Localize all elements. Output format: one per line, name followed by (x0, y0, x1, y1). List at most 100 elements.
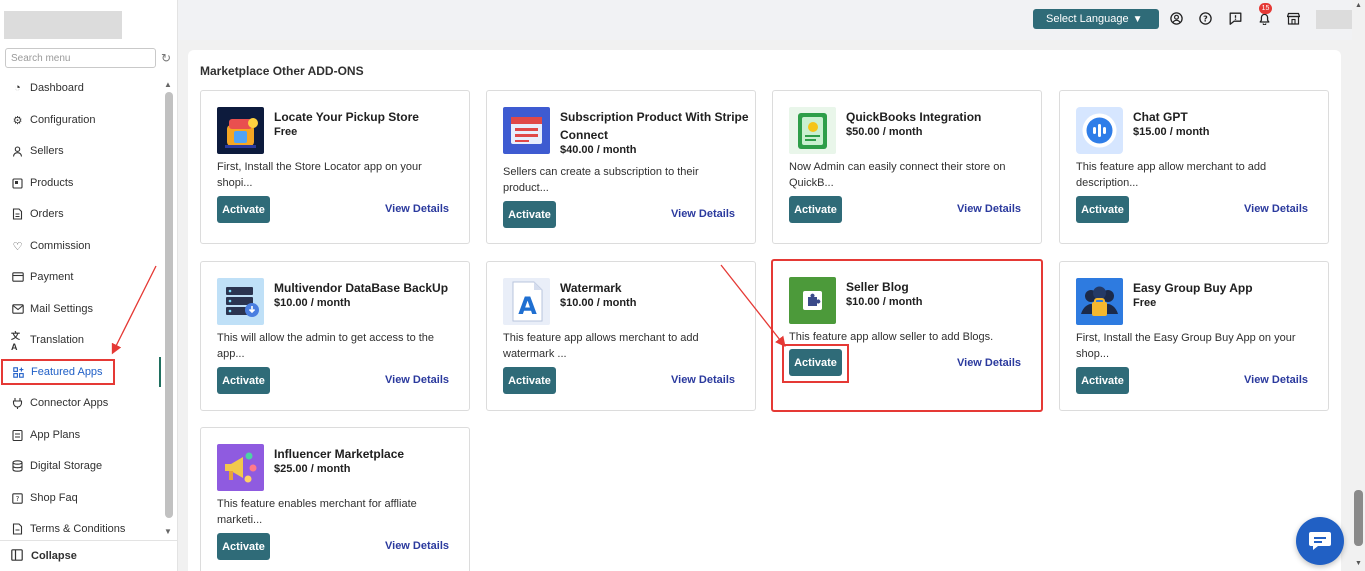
collapse-button[interactable]: Collapse (0, 540, 178, 571)
addon-card-watermark: A Watermark $10.00 / month This feature … (486, 261, 756, 411)
commission-icon: ♡ (12, 240, 23, 253)
page-scroll-down-icon[interactable]: ▼ (1355, 560, 1362, 567)
terms-icon (11, 523, 24, 536)
view-details-link[interactable]: View Details (1244, 374, 1308, 386)
faq-icon: ? (11, 492, 24, 505)
sidebar-item-shop-faq[interactable]: ? Shop Faq (0, 485, 162, 511)
sidebar-item-orders[interactable]: Orders (0, 201, 162, 227)
activate-button[interactable]: Activate (217, 196, 270, 223)
puzzle-icon (789, 277, 836, 324)
select-language-button[interactable]: Select Language ▼ (1033, 9, 1159, 29)
addon-card-easy-group-buy: Easy Group Buy App Free First, Install t… (1059, 261, 1329, 411)
scroll-up-icon[interactable]: ▲ (164, 80, 172, 89)
sidebar-item-terms-conditions[interactable]: Terms & Conditions (0, 516, 162, 539)
addon-card-subscription-stripe: Subscription Product With Stripe Connect… (486, 90, 756, 244)
sidebar-item-digital-storage[interactable]: Digital Storage (0, 453, 162, 479)
store-locator-icon (217, 107, 264, 154)
search-input[interactable] (5, 48, 156, 68)
payment-icon (11, 271, 24, 284)
sidebar-item-sellers[interactable]: Sellers (0, 138, 162, 164)
select-language-label: Select Language (1046, 13, 1129, 25)
page-scroll-thumb[interactable] (1354, 490, 1363, 546)
section-title: Marketplace Other ADD-ONS (200, 64, 364, 78)
sidebar-item-label: Translation (30, 334, 85, 346)
view-details-link[interactable]: View Details (671, 208, 735, 220)
sidebar-item-commission[interactable]: ♡ Commission (0, 233, 162, 259)
activate-button[interactable]: Activate (503, 367, 556, 394)
card-price: $15.00 / month (1133, 126, 1210, 138)
sidebar-item-label: Configuration (30, 114, 96, 126)
activate-button[interactable]: Activate (503, 201, 556, 228)
card-title: Watermark (560, 281, 622, 295)
addon-card-influencer-marketplace: Influencer Marketplace $25.00 / month Th… (200, 427, 470, 571)
activate-button[interactable]: Activate (217, 367, 270, 394)
sidebar-item-label: Dashboard (30, 82, 84, 94)
user-circle-icon[interactable] (1169, 11, 1183, 25)
addon-card-seller-blog: Seller Blog $10.00 / month This feature … (771, 259, 1043, 412)
card-price: Free (1133, 297, 1157, 309)
sidebar-scroll-thumb[interactable] (165, 92, 173, 518)
search-row: ↻ (5, 48, 175, 68)
card-title: Chat GPT (1133, 110, 1188, 124)
database-backup-icon (217, 278, 264, 325)
sidebar-item-dashboard[interactable]: ◔ Dashboard (0, 75, 162, 101)
card-description: First, Install the Store Locator app on … (217, 161, 422, 189)
page-scroll-up-icon[interactable]: ▲ (1355, 2, 1362, 9)
sidebar-item-products[interactable]: Products (0, 170, 162, 196)
page-scrollbar[interactable]: ▲ ▼ (1352, 0, 1365, 571)
sidebar-item-label: App Plans (30, 429, 81, 441)
sidebar-menu: ◔ Dashboard ⚙ Configuration Sellers Prod… (0, 73, 162, 539)
user-icon (11, 145, 24, 158)
activate-button[interactable]: Activate (217, 533, 270, 560)
addon-card-quickbooks: QuickBooks Integration $50.00 / month No… (772, 90, 1042, 244)
card-price: $10.00 / month (560, 297, 637, 309)
chat-gpt-icon (1076, 107, 1123, 154)
view-details-link[interactable]: View Details (957, 357, 1021, 369)
collapse-icon (11, 548, 23, 564)
view-details-link[interactable]: View Details (957, 203, 1021, 215)
card-description: Now Admin can easily connect their store… (789, 161, 1006, 189)
logo[interactable] (4, 11, 122, 39)
watermark-icon: A (503, 278, 550, 325)
chat-icon (1309, 532, 1331, 550)
sidebar-item-label: Payment (30, 271, 74, 283)
sidebar-item-translation[interactable]: 文A Translation (0, 327, 162, 353)
activate-button[interactable]: Activate (1076, 367, 1129, 394)
store-icon[interactable] (1286, 11, 1300, 25)
activate-button[interactable]: Activate (789, 196, 842, 223)
sidebar-item-app-plans[interactable]: App Plans (0, 422, 162, 448)
scroll-down-icon[interactable]: ▼ (164, 527, 172, 536)
sidebar-item-connector-apps[interactable]: Connector Apps (0, 390, 162, 416)
sidebar-item-configuration[interactable]: ⚙ Configuration (0, 107, 162, 133)
notification-badge: 15 (1259, 3, 1272, 14)
view-details-link[interactable]: View Details (385, 203, 449, 215)
sidebar-item-featured-apps[interactable]: Featured Apps (1, 359, 115, 385)
chat-widget-button[interactable] (1296, 517, 1344, 565)
card-price: $10.00 / month (846, 296, 923, 308)
topbar: Select Language ▼ ? 15 (178, 0, 1353, 40)
card-price: $10.00 / month (274, 297, 351, 309)
collapse-label: Collapse (31, 550, 77, 562)
feedback-icon[interactable] (1228, 11, 1242, 25)
activate-button[interactable]: Activate (1076, 196, 1129, 223)
card-price: Free (274, 126, 298, 138)
card-description: This feature app allow seller to add Blo… (789, 331, 994, 343)
avatar[interactable] (1316, 10, 1352, 29)
storage-icon (11, 460, 24, 473)
view-details-link[interactable]: View Details (385, 540, 449, 552)
sidebar-item-label: Shop Faq (30, 492, 78, 504)
view-details-link[interactable]: View Details (385, 374, 449, 386)
sidebar-item-label: Digital Storage (30, 460, 103, 472)
product-icon (11, 177, 24, 190)
subscription-icon (503, 107, 550, 154)
sidebar-item-payment[interactable]: Payment (0, 264, 162, 290)
translation-icon: 文A (11, 330, 21, 352)
card-description: This will allow the admin to get access … (217, 332, 435, 360)
settings-icon: ⚙ (12, 114, 23, 127)
card-description: This feature enables merchant for afflia… (217, 498, 417, 526)
view-details-link[interactable]: View Details (1244, 203, 1308, 215)
view-details-link[interactable]: View Details (671, 374, 735, 386)
sidebar-item-mail-settings[interactable]: Mail Settings (0, 296, 162, 322)
refresh-icon[interactable]: ↻ (161, 51, 171, 65)
help-icon[interactable]: ? (1198, 11, 1212, 25)
